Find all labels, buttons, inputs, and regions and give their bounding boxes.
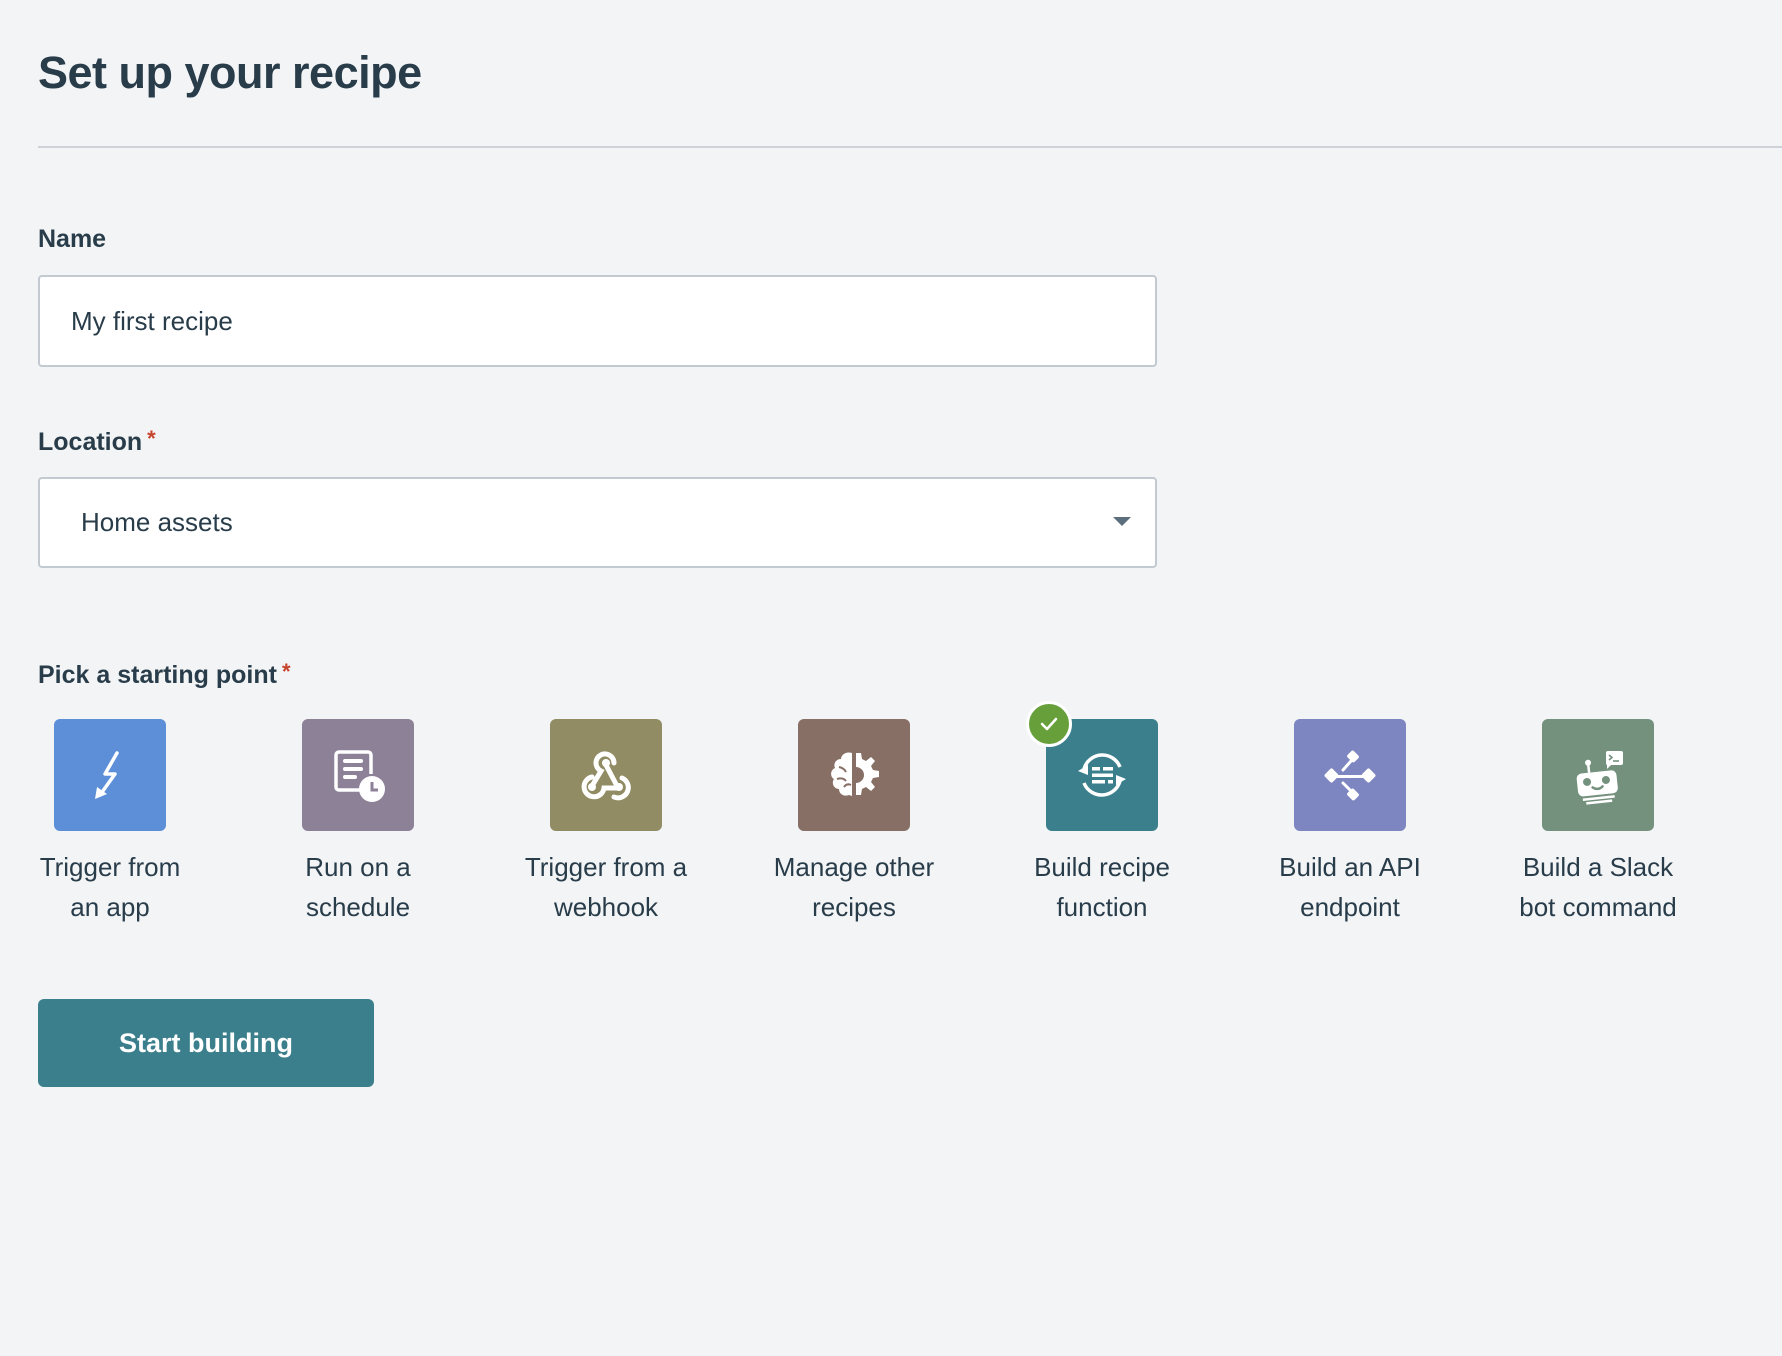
tile-label: Trigger from an app [0,847,230,927]
lightning-arrow-icon [95,751,119,799]
location-label-text: Location [38,428,143,456]
location-select-value: Home assets [81,507,233,537]
tile-icon-box [550,719,662,831]
header-divider [38,146,1782,148]
name-label: Name [38,224,106,254]
tile-label-line2: an app [70,892,150,922]
tile-label-line1: Manage other [773,852,935,882]
tile-label-line2: function [1056,892,1148,922]
tile-label: Manage other recipes [734,847,974,927]
tile-label: Build a Slack bot command [1478,847,1718,927]
location-label: Location * [38,426,156,457]
starting-point-label: Pick a starting point * [38,659,291,690]
selected-check-badge [1026,701,1072,747]
tile-label-line2: bot command [1519,892,1677,922]
tile-label-line2: webhook [553,892,659,922]
tile-label-line2: recipes [812,892,896,922]
brain-gear-icon [831,752,879,796]
api-endpoint-icon [1324,750,1376,801]
tile-label-line1: Run on a [305,852,411,882]
function-cycle-icon [1078,753,1126,797]
location-select[interactable]: Home assets [38,477,1157,568]
tile-label-line1: Build a Slack [1522,852,1674,882]
name-label-text: Name [38,225,107,253]
tile-label-line1: Trigger from a [524,852,688,882]
tile-label: Build an API endpoint [1230,847,1470,927]
start-building-button[interactable]: Start building [38,999,374,1087]
slack-bot-icon [1576,751,1623,805]
tile-icon-box [302,719,414,831]
checkmark-icon [1040,717,1058,731]
required-asterisk: * [281,659,291,684]
webhook-icon [581,751,631,801]
tile-label: Run on a schedule [238,847,478,927]
name-input[interactable] [38,275,1157,367]
tile-label-line1: Trigger from [39,852,181,882]
tile-label-line2: schedule [305,892,411,922]
tile-icon-box [54,719,166,831]
tile-label: Build recipe function [982,847,1222,927]
tile-icon-box [798,719,910,831]
page-title: Set up your recipe [38,47,422,98]
recipe-setup-page: Set up your recipe Name Location* Home a… [0,0,1782,1356]
tile-label: Trigger from a webhook [486,847,726,927]
tile-label-line2: endpoint [1300,892,1400,922]
chevron-down-icon [1113,517,1131,526]
required-asterisk: * [147,426,156,451]
starting-point-label-text: Pick a starting point [38,661,277,689]
schedule-clock-icon [334,750,385,802]
tile-label-line1: Build an API [1279,852,1421,882]
tile-label-line1: Build recipe [1034,852,1170,882]
tile-icon-box [1294,719,1406,831]
tile-icon-box [1542,719,1654,831]
